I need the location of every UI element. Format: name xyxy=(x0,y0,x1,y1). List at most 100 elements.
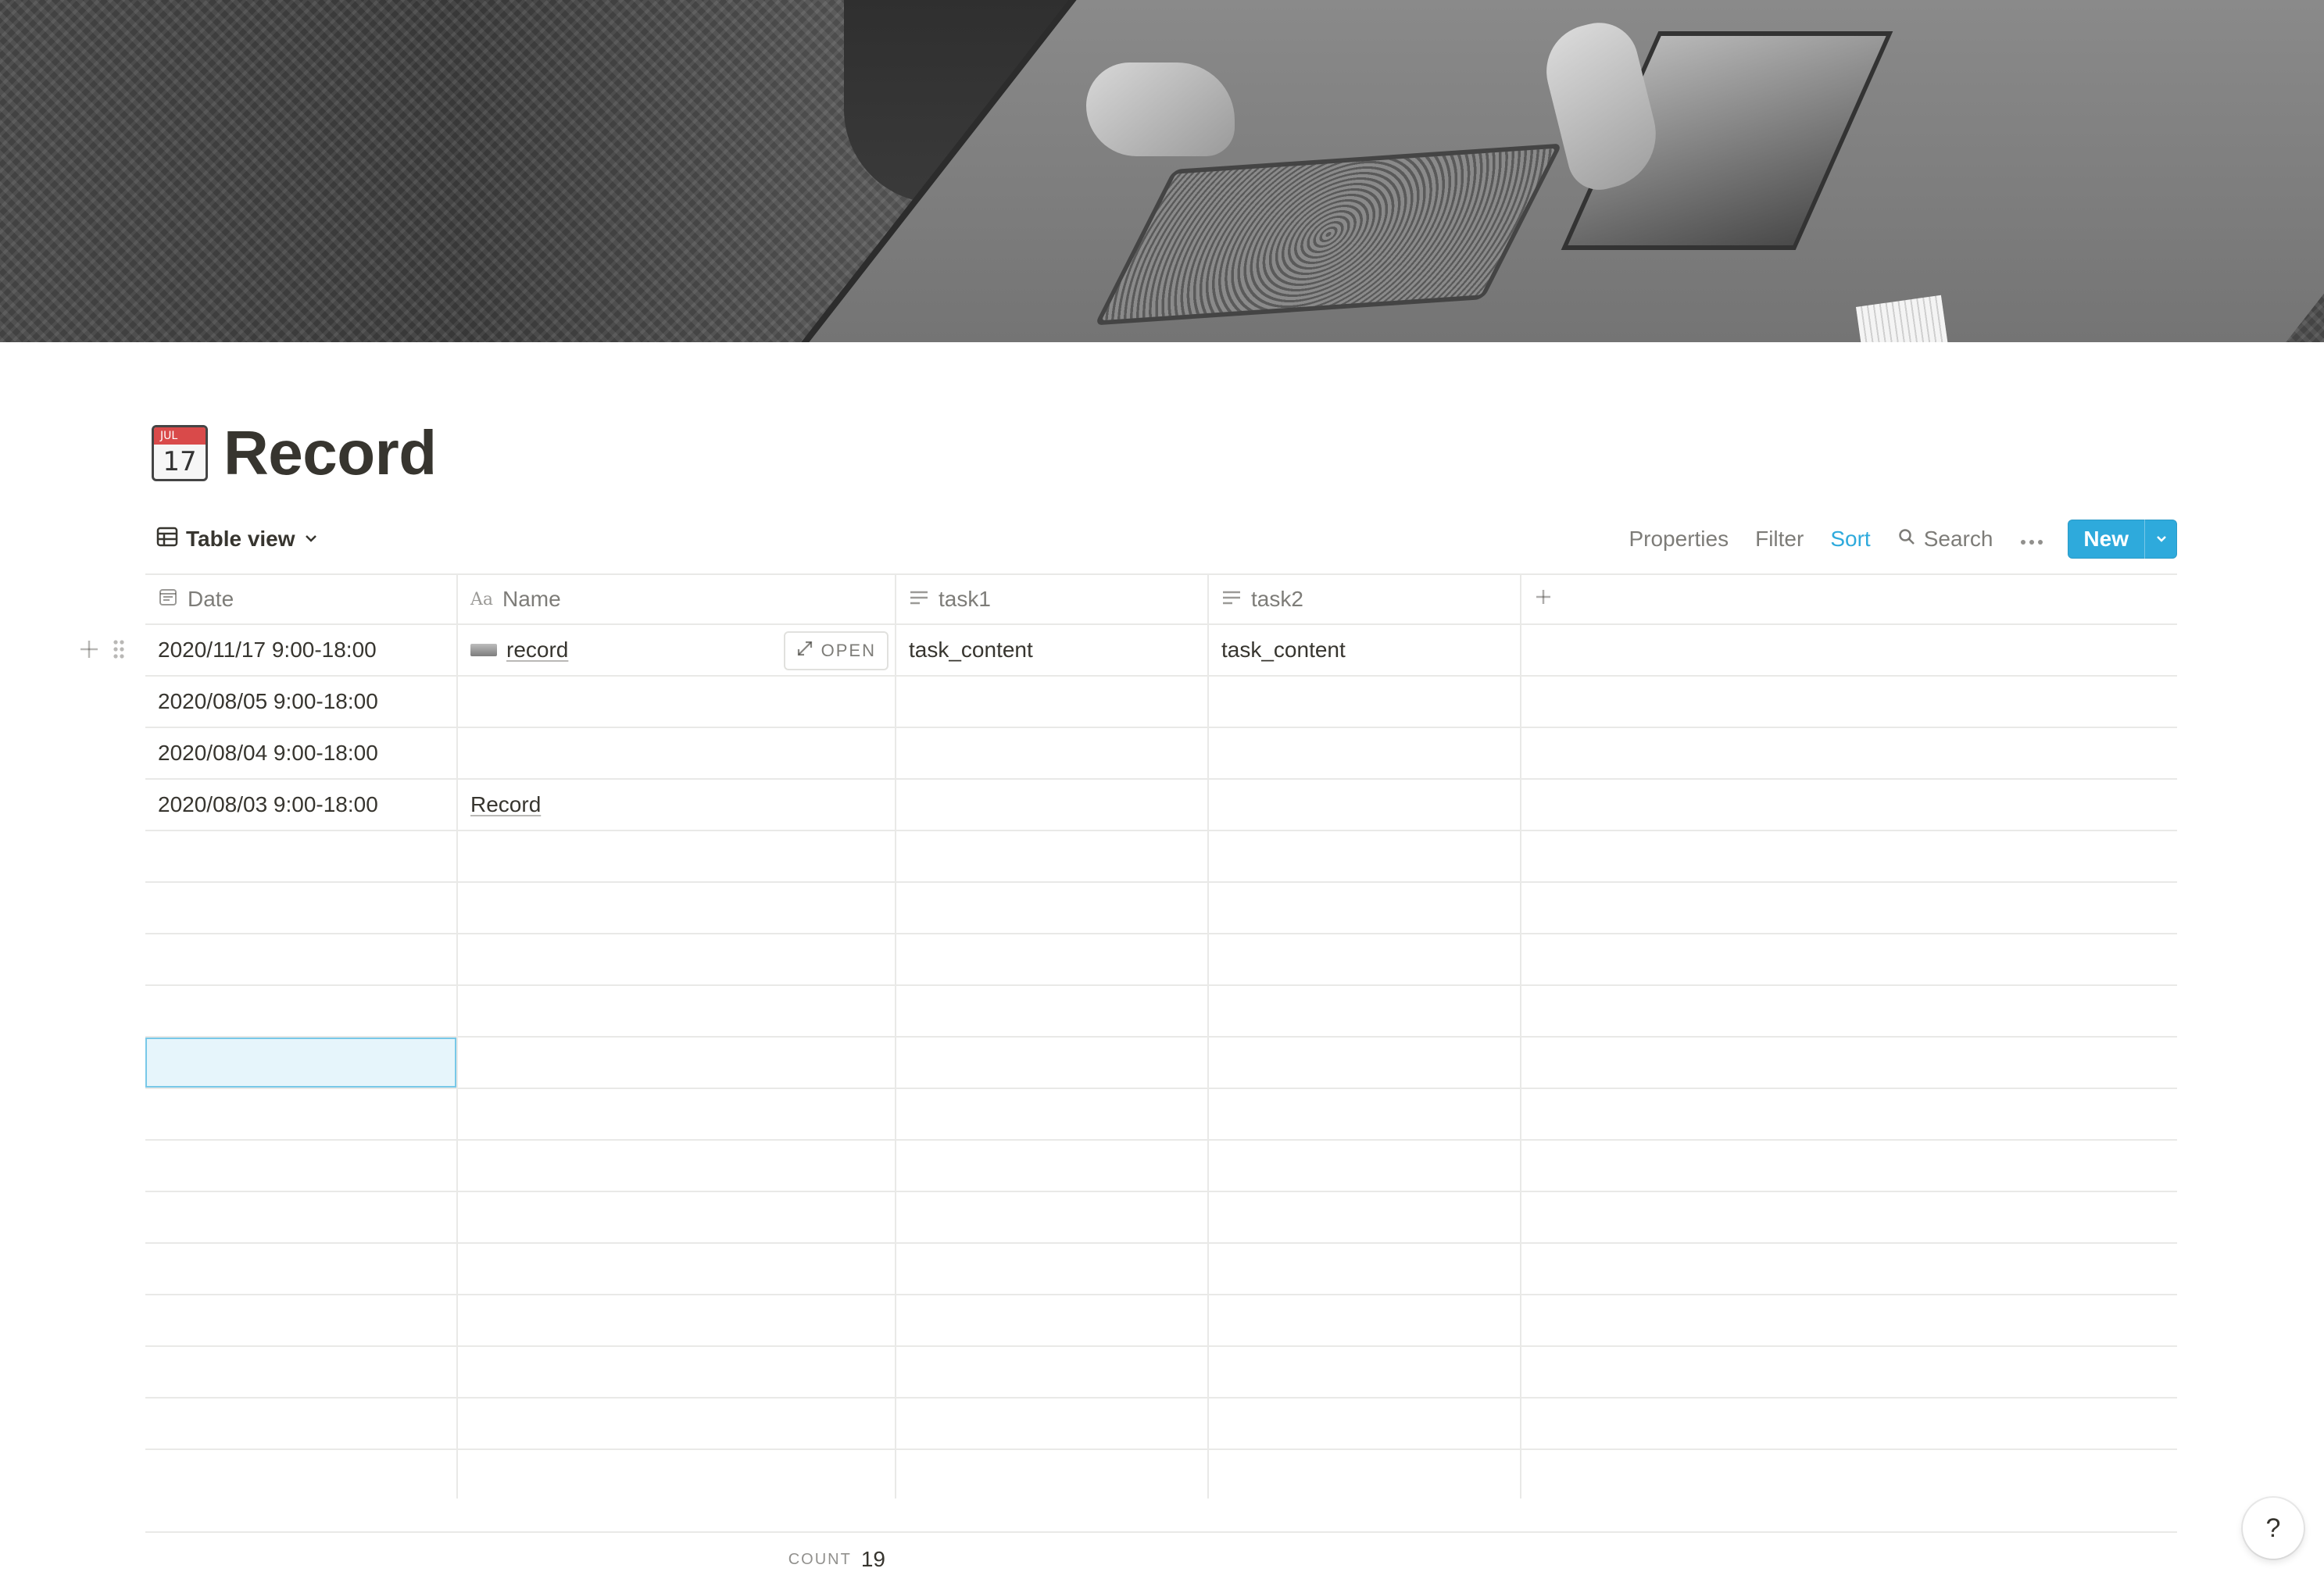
task1-cell[interactable] xyxy=(896,1450,1209,1498)
task2-cell[interactable] xyxy=(1209,1398,1521,1448)
task1-cell[interactable] xyxy=(896,1192,1209,1242)
add-row-icon[interactable] xyxy=(78,638,100,664)
table-row[interactable] xyxy=(145,1295,2177,1347)
selected-date-cell[interactable] xyxy=(145,1038,458,1088)
properties-button[interactable]: Properties xyxy=(1618,520,1739,558)
search-button[interactable]: Search xyxy=(1886,520,2004,558)
open-page-button[interactable]: OPEN xyxy=(783,631,888,670)
task1-cell[interactable] xyxy=(896,677,1209,727)
task2-cell[interactable] xyxy=(1209,1347,1521,1397)
table-row[interactable] xyxy=(145,883,2177,934)
page-link[interactable]: record xyxy=(506,638,568,663)
table-row[interactable] xyxy=(145,986,2177,1038)
task2-cell[interactable] xyxy=(1209,1038,1521,1088)
table-row[interactable] xyxy=(145,1398,2177,1450)
date-cell[interactable] xyxy=(145,1398,458,1448)
task2-cell[interactable] xyxy=(1209,1192,1521,1242)
table-row[interactable] xyxy=(145,1141,2177,1192)
task1-cell[interactable] xyxy=(896,1141,1209,1191)
name-cell[interactable] xyxy=(458,934,896,984)
table-row[interactable]: 2020/08/05 9:00-18:00 xyxy=(145,677,2177,728)
task2-cell[interactable] xyxy=(1209,728,1521,778)
table-row[interactable] xyxy=(145,1347,2177,1398)
task2-cell[interactable] xyxy=(1209,1244,1521,1294)
date-cell[interactable] xyxy=(145,1141,458,1191)
help-button[interactable]: ? xyxy=(2243,1498,2304,1559)
drag-handle-icon[interactable] xyxy=(111,638,127,665)
task2-cell[interactable] xyxy=(1209,1141,1521,1191)
task2-cell[interactable] xyxy=(1209,1295,1521,1345)
task1-cell[interactable] xyxy=(896,1244,1209,1294)
column-header-date[interactable]: Date xyxy=(145,575,458,623)
table-row[interactable]: 2020/08/03 9:00-18:00 Record xyxy=(145,780,2177,831)
date-cell[interactable]: 2020/11/17 9:00-18:00 xyxy=(145,625,458,675)
task2-cell[interactable] xyxy=(1209,780,1521,830)
filter-button[interactable]: Filter xyxy=(1744,520,1815,558)
task1-cell[interactable] xyxy=(896,831,1209,881)
task2-cell[interactable]: task_content xyxy=(1209,625,1521,675)
add-property-button[interactable] xyxy=(1521,575,2177,623)
table-row[interactable] xyxy=(145,1089,2177,1141)
new-options-button[interactable] xyxy=(2144,520,2177,559)
table-row[interactable]: 2020/08/04 9:00-18:00 xyxy=(145,728,2177,780)
date-cell[interactable] xyxy=(145,883,458,933)
name-cell[interactable] xyxy=(458,1038,896,1088)
table-row[interactable]: 2020/11/17 9:00-18:00 record OPEN task_c… xyxy=(80,625,2177,677)
date-cell[interactable] xyxy=(145,1089,458,1139)
name-cell[interactable] xyxy=(458,986,896,1036)
task2-cell[interactable] xyxy=(1209,934,1521,984)
date-cell[interactable] xyxy=(145,1450,458,1498)
table-row[interactable] xyxy=(145,1244,2177,1295)
date-cell[interactable] xyxy=(145,1244,458,1294)
column-header-task1[interactable]: task1 xyxy=(896,575,1209,623)
date-cell[interactable]: 2020/08/04 9:00-18:00 xyxy=(145,728,458,778)
date-cell[interactable] xyxy=(145,934,458,984)
date-cell[interactable]: 2020/08/05 9:00-18:00 xyxy=(145,677,458,727)
name-cell[interactable] xyxy=(458,1398,896,1448)
task2-cell[interactable] xyxy=(1209,677,1521,727)
date-cell[interactable] xyxy=(145,1192,458,1242)
name-cell[interactable] xyxy=(458,831,896,881)
table-row[interactable] xyxy=(145,831,2177,883)
date-cell[interactable]: 2020/08/03 9:00-18:00 xyxy=(145,780,458,830)
task1-cell[interactable] xyxy=(896,780,1209,830)
column-header-name[interactable]: Aa Name xyxy=(458,575,896,623)
table-row[interactable] xyxy=(145,1038,2177,1089)
name-cell[interactable]: record OPEN xyxy=(458,625,896,675)
task1-cell[interactable] xyxy=(896,883,1209,933)
name-cell[interactable]: Record xyxy=(458,780,896,830)
page-title[interactable]: Record xyxy=(223,417,437,489)
name-cell[interactable] xyxy=(458,1347,896,1397)
new-button[interactable]: New xyxy=(2068,520,2144,559)
date-cell[interactable] xyxy=(145,1347,458,1397)
task2-cell[interactable] xyxy=(1209,1450,1521,1498)
calendar-icon[interactable]: JUL 17 xyxy=(152,425,208,481)
date-cell[interactable] xyxy=(145,1295,458,1345)
name-cell[interactable] xyxy=(458,1450,896,1498)
more-options-button[interactable] xyxy=(2008,523,2055,555)
table-row[interactable] xyxy=(145,1450,2177,1498)
table-row[interactable] xyxy=(145,1192,2177,1244)
task1-cell[interactable] xyxy=(896,1089,1209,1139)
task2-cell[interactable] xyxy=(1209,1089,1521,1139)
task1-cell[interactable] xyxy=(896,934,1209,984)
task1-cell[interactable] xyxy=(896,986,1209,1036)
view-switcher-button[interactable]: Table view xyxy=(145,521,330,558)
date-cell[interactable] xyxy=(145,831,458,881)
table-row[interactable] xyxy=(145,934,2177,986)
task2-cell[interactable] xyxy=(1209,831,1521,881)
name-cell[interactable] xyxy=(458,1295,896,1345)
task1-cell[interactable] xyxy=(896,1295,1209,1345)
sort-button[interactable]: Sort xyxy=(1819,520,1881,558)
table-footer[interactable]: COUNT 19 xyxy=(145,1531,896,1586)
name-cell[interactable] xyxy=(458,1141,896,1191)
name-cell[interactable] xyxy=(458,1244,896,1294)
page-link[interactable]: Record xyxy=(470,792,541,817)
name-cell[interactable] xyxy=(458,728,896,778)
column-header-task2[interactable]: task2 xyxy=(1209,575,1521,623)
task2-cell[interactable] xyxy=(1209,986,1521,1036)
task1-cell[interactable] xyxy=(896,1398,1209,1448)
name-cell[interactable] xyxy=(458,883,896,933)
task1-cell[interactable] xyxy=(896,1347,1209,1397)
task1-cell[interactable] xyxy=(896,728,1209,778)
